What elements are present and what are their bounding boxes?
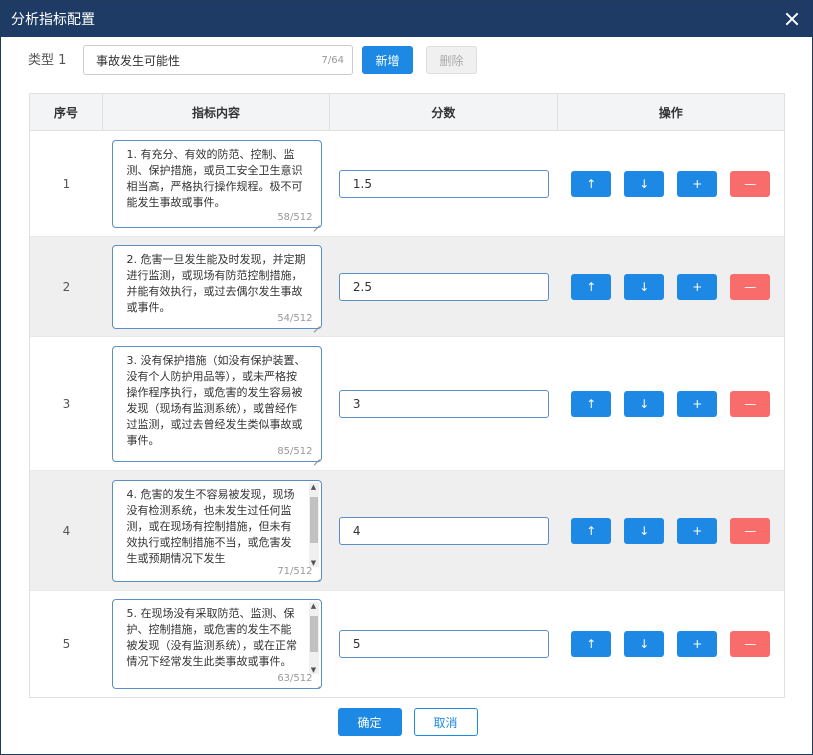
remove-row-button[interactable]: — xyxy=(730,517,771,544)
content-textarea[interactable]: 1. 有充分、有效的防范、控制、监测、保护措施，或员工安全卫生意识相当高，严格执… xyxy=(111,139,322,228)
indicator-table: 序号 指标内容 分数 操作 1 1. 有充分、有效的防范、控制、监测、保护措施，… xyxy=(29,93,785,698)
content-text: 2. 危害一旦发生能及时发现，并定期进行监测，或现场有防范控制措施，并能有效执行… xyxy=(126,252,306,314)
header-actions: 操作 xyxy=(658,105,683,120)
score-input[interactable]: 2.5 xyxy=(338,272,549,301)
resize-grip-icon[interactable] xyxy=(312,679,320,687)
add-row-button[interactable]: + xyxy=(677,517,718,544)
content-char-count: 54/512 xyxy=(277,312,313,324)
confirm-button[interactable]: 确定 xyxy=(337,708,402,736)
content-char-count: 71/512 xyxy=(277,565,313,577)
scrollbar-thumb[interactable] xyxy=(309,616,318,652)
header-index: 序号 xyxy=(30,94,103,130)
add-button[interactable]: 新增 xyxy=(362,46,413,74)
content-textarea[interactable]: 5. 在现场没有采取防范、监测、保护、控制措施，或危害的发生不能被发现（没有监测… xyxy=(111,599,322,689)
scroll-up-icon[interactable]: ▲ xyxy=(309,483,319,491)
move-down-button[interactable]: ↓ xyxy=(624,273,665,300)
add-row-button[interactable]: + xyxy=(677,273,718,300)
row-index: 5 xyxy=(62,637,71,651)
score-input[interactable]: 3 xyxy=(338,389,549,418)
row-index: 4 xyxy=(62,523,71,538)
move-up-button[interactable]: ↑ xyxy=(571,390,612,417)
move-up-button[interactable]: ↑ xyxy=(571,517,612,544)
table-row: 3 3. 没有保护措施（如没有保护装置、没有个人防护用品等），或未严格按操作程序… xyxy=(30,337,784,471)
table-row: 4 4. 危害的发生不容易被发现，现场没有检测系统，也未发生过任何监测，或在现场… xyxy=(30,471,784,591)
move-down-button[interactable]: ↓ xyxy=(624,390,665,417)
scrollbar-thumb[interactable] xyxy=(309,496,318,543)
dialog-footer: 确定 取消 xyxy=(1,708,813,736)
header-content: 指标内容 xyxy=(103,94,331,130)
type-name-char-count: 7/64 xyxy=(321,54,344,66)
add-row-button[interactable]: + xyxy=(677,170,718,197)
close-icon[interactable] xyxy=(782,9,802,29)
move-up-button[interactable]: ↑ xyxy=(571,631,612,657)
textarea-scrollbar[interactable]: ▲ ▼ xyxy=(308,482,319,567)
resize-grip-icon[interactable] xyxy=(312,218,320,226)
row-index: 2 xyxy=(62,279,71,294)
move-down-button[interactable]: ↓ xyxy=(624,170,665,197)
content-char-count: 58/512 xyxy=(277,211,313,223)
move-up-button[interactable]: ↑ xyxy=(571,273,612,300)
cancel-button[interactable]: 取消 xyxy=(413,708,478,736)
type-name-input[interactable]: 事故发生可能性 7/64 xyxy=(83,45,353,75)
move-up-button[interactable]: ↑ xyxy=(571,170,612,197)
content-text: 3. 没有保护措施（如没有保护装置、没有个人防护用品等），或未严格按操作程序执行… xyxy=(126,353,306,447)
remove-row-button[interactable]: — xyxy=(730,390,771,417)
table-header: 序号 指标内容 分数 操作 xyxy=(30,94,784,131)
score-input[interactable]: 1.5 xyxy=(338,169,549,198)
resize-grip-icon[interactable] xyxy=(312,319,320,327)
textarea-scrollbar[interactable]: ▲ ▼ xyxy=(308,602,319,674)
dialog-titlebar: 分析指标配置 xyxy=(1,1,812,37)
remove-row-button[interactable]: — xyxy=(730,631,771,657)
type-row: 类型 1 事故发生可能性 7/64 新增 删除 xyxy=(28,45,477,75)
row-index: 1 xyxy=(62,176,71,191)
type-label: 类型 1 xyxy=(28,53,67,68)
content-text: 1. 有充分、有效的防范、控制、监测、保护措施，或员工安全卫生意识相当高，严格执… xyxy=(126,147,303,209)
table-row: 5 5. 在现场没有采取防范、监测、保护、控制措施，或危害的发生不能被发现（没有… xyxy=(30,591,784,697)
move-down-button[interactable]: ↓ xyxy=(624,631,665,657)
row-index: 3 xyxy=(62,396,71,411)
content-char-count: 63/512 xyxy=(277,673,313,684)
content-textarea[interactable]: 2. 危害一旦发生能及时发现，并定期进行监测，或现场有防范控制措施，并能有效执行… xyxy=(111,244,322,329)
resize-grip-icon[interactable] xyxy=(312,572,320,580)
remove-row-button[interactable]: — xyxy=(730,170,771,197)
score-input[interactable]: 4 xyxy=(338,516,549,545)
delete-button[interactable]: 删除 xyxy=(426,46,477,74)
remove-row-button[interactable]: — xyxy=(730,273,771,300)
scroll-down-icon[interactable]: ▼ xyxy=(309,666,319,674)
dialog-title: 分析指标配置 xyxy=(11,12,95,28)
move-down-button[interactable]: ↓ xyxy=(624,517,665,544)
resize-grip-icon[interactable] xyxy=(312,452,320,460)
content-textarea[interactable]: 3. 没有保护措施（如没有保护装置、没有个人防护用品等），或未严格按操作程序执行… xyxy=(111,345,322,462)
header-score: 分数 xyxy=(330,94,558,130)
score-input[interactable]: 5 xyxy=(338,630,549,658)
add-row-button[interactable]: + xyxy=(677,631,718,657)
scroll-up-icon[interactable]: ▲ xyxy=(309,602,319,610)
content-text: 5. 在现场没有采取防范、监测、保护、控制措施，或危害的发生不能被发现（没有监测… xyxy=(126,607,298,668)
type-name-value: 事故发生可能性 xyxy=(96,53,181,68)
content-textarea[interactable]: 4. 危害的发生不容易被发现，现场没有检测系统，也未发生过任何监测，或在现场有控… xyxy=(111,479,322,582)
content-text: 4. 危害的发生不容易被发现，现场没有检测系统，也未发生过任何监测，或在现场有控… xyxy=(126,487,295,565)
analysis-indicator-dialog: 分析指标配置 类型 1 事故发生可能性 7/64 新增 删除 序号 指标内容 分… xyxy=(0,0,813,755)
table-row: 1 1. 有充分、有效的防范、控制、监测、保护措施，或员工安全卫生意识相当高，严… xyxy=(30,131,784,237)
add-row-button[interactable]: + xyxy=(677,390,718,417)
content-char-count: 85/512 xyxy=(277,445,313,457)
table-row: 2 2. 危害一旦发生能及时发现，并定期进行监测，或现场有防范控制措施，并能有效… xyxy=(30,237,784,337)
scroll-down-icon[interactable]: ▼ xyxy=(309,559,319,567)
